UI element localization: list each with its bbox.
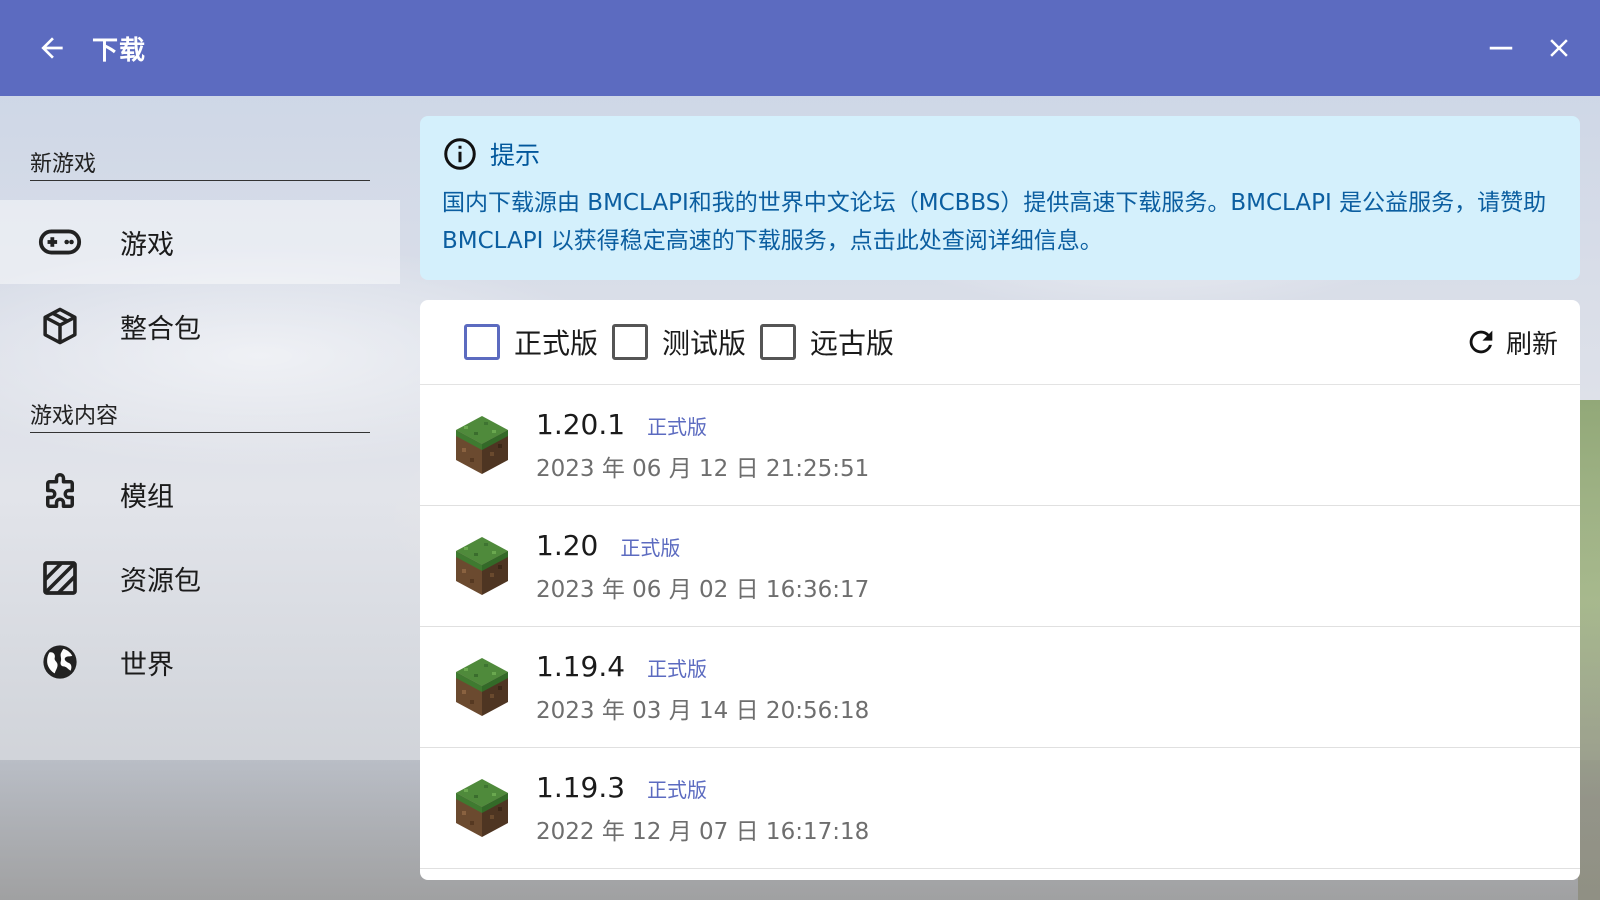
release-checkbox[interactable]: 正式版 [464, 322, 598, 362]
version-type-tag: 正式版 [647, 777, 708, 802]
section-title-new-game: 新游戏 [30, 146, 370, 181]
minimize-icon [1489, 46, 1513, 50]
sidebar-item-label: 游戏 [120, 229, 174, 261]
version-meta: 1.19.4 正式版 2023 年 03 月 14 日 20:56:18 [536, 650, 869, 725]
checkbox-label: 正式版 [514, 327, 599, 360]
minimize-button[interactable] [1472, 19, 1530, 77]
snapshot-checkbox[interactable]: 测试版 [612, 322, 746, 362]
grass-block-icon [456, 779, 508, 837]
close-icon [1550, 39, 1568, 57]
version-meta: 1.19.3 正式版 2022 年 12 月 07 日 16:17:18 [536, 771, 869, 846]
version-number: 1.19.4 [536, 649, 626, 683]
gamepad-icon [36, 218, 84, 266]
page-title: 下载 [92, 35, 147, 66]
version-list: 1.20.1 正式版 2023 年 06 月 12 日 21:25:51 1.2… [420, 385, 1580, 869]
arrow-left-icon [41, 37, 63, 59]
version-line: 1.20 正式版 [536, 529, 869, 562]
hint-text: 国内下载源由 BMCLAPI和我的世界中文论坛（MCBBS）提供高速下载服务。B… [442, 190, 1547, 254]
version-meta: 1.20.1 正式版 2023 年 06 月 12 日 21:25:51 [536, 408, 869, 483]
version-type-tag: 正式版 [620, 535, 681, 560]
sidebar-item-game[interactable]: 游戏 [0, 200, 400, 284]
release-date: 2022 年 12 月 07 日 16:17:18 [536, 818, 870, 845]
hint-title: 提示 [490, 141, 541, 170]
sidebar-item-label: 资源包 [120, 565, 201, 597]
title-bar: 下载 [0, 0, 1600, 96]
grass-block-icon [456, 537, 508, 595]
old-checkbox[interactable]: 远古版 [760, 322, 894, 362]
checkbox-box[interactable] [464, 324, 500, 360]
version-list-card: 正式版 测试版 远古版 刷新 1.20.1 正式版 2023 年 06 月 12… [420, 300, 1580, 880]
checkbox-box[interactable] [612, 324, 649, 360]
sidebar-item-label: 模组 [120, 481, 174, 513]
texture-icon [36, 554, 84, 602]
checkbox-label: 测试版 [662, 327, 747, 360]
checkbox-label: 远古版 [810, 327, 895, 360]
version-line: 1.20.1 正式版 [536, 408, 869, 441]
version-meta: 1.20 正式版 2023 年 06 月 02 日 16:36:17 [536, 529, 869, 604]
sidebar-item-worlds[interactable]: 世界 [0, 620, 400, 704]
close-button[interactable] [1530, 19, 1588, 77]
checkbox-box[interactable] [760, 324, 797, 360]
sidebar-item-resource-packs[interactable]: 资源包 [0, 536, 400, 620]
version-row[interactable]: 1.20 正式版 2023 年 06 月 02 日 16:36:17 [420, 506, 1580, 627]
refresh-button[interactable]: 刷新 [1464, 324, 1558, 361]
background-trees [1578, 400, 1600, 900]
hint-header: 提示 [442, 136, 1558, 172]
globe-icon [36, 638, 84, 686]
section-title-game-content: 游戏内容 [30, 398, 370, 433]
package-icon [36, 302, 84, 350]
sidebar: 新游戏 游戏 整合包 游戏内容 模组 资源包 世界 [0, 96, 400, 900]
filter-bar: 正式版 测试版 远古版 刷新 [420, 300, 1580, 385]
sidebar-item-mods[interactable]: 模组 [0, 452, 400, 536]
version-number: 1.20 [536, 528, 599, 562]
refresh-label: 刷新 [1505, 329, 1558, 360]
sidebar-item-label: 整合包 [120, 313, 201, 345]
release-date: 2023 年 03 月 14 日 20:56:18 [536, 697, 870, 724]
version-row[interactable]: 1.19.3 正式版 2022 年 12 月 07 日 16:17:18 [420, 748, 1580, 869]
version-number: 1.20.1 [536, 407, 626, 441]
puzzle-icon [36, 470, 84, 518]
sidebar-item-label: 世界 [120, 649, 174, 681]
version-line: 1.19.3 正式版 [536, 771, 869, 804]
version-type-tag: 正式版 [647, 656, 708, 681]
sidebar-item-modpack[interactable]: 整合包 [0, 284, 400, 368]
grass-block-icon [456, 658, 508, 716]
version-row[interactable]: 1.20.1 正式版 2023 年 06 月 12 日 21:25:51 [420, 385, 1580, 506]
hint-card[interactable]: 提示 国内下载源由 BMCLAPI和我的世界中文论坛（MCBBS）提供高速下载服… [420, 116, 1580, 280]
version-type-tag: 正式版 [647, 414, 708, 439]
version-number: 1.19.3 [536, 770, 626, 804]
grass-block-icon [456, 416, 508, 474]
refresh-icon [1469, 330, 1493, 354]
back-button[interactable] [24, 20, 80, 76]
info-icon [444, 138, 476, 170]
release-date: 2023 年 06 月 12 日 21:25:51 [536, 455, 870, 482]
version-line: 1.19.4 正式版 [536, 650, 869, 683]
version-row[interactable]: 1.19.4 正式版 2023 年 03 月 14 日 20:56:18 [420, 627, 1580, 748]
release-date: 2023 年 06 月 02 日 16:36:17 [536, 576, 870, 603]
